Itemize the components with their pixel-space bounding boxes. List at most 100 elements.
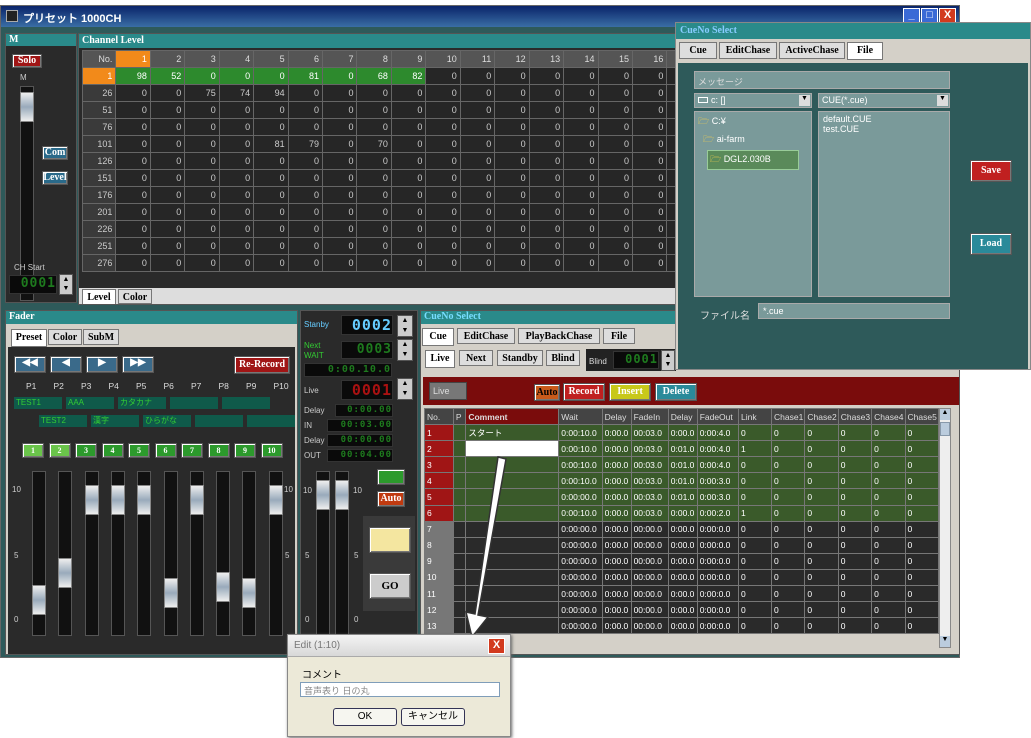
tab-level[interactable]: Level [82, 289, 116, 304]
last-button[interactable]: ▶▶ [122, 356, 154, 373]
folder-item-aifarm[interactable]: 🗁 ai-farm [703, 132, 803, 148]
cue-cell[interactable]: 0:00:4.0 [696, 440, 740, 458]
channel-level-cell[interactable]: 0 [218, 203, 255, 221]
blind-spinner[interactable]: ▲ ▼ [661, 350, 675, 371]
cue-number[interactable]: 13 [424, 617, 454, 635]
preset-name[interactable] [195, 415, 243, 427]
channel-level-cell[interactable]: 0 [631, 101, 668, 119]
channel-level-cell[interactable]: 0 [322, 169, 358, 187]
channel-level-cell[interactable]: 0 [149, 101, 186, 119]
channel-level-cell[interactable]: 0 [597, 254, 633, 272]
channel-level-cell[interactable]: 0 [563, 237, 599, 255]
delete-button[interactable]: Delete [655, 383, 697, 401]
channel-level-cell[interactable]: 0 [563, 118, 599, 136]
channel-level-cell[interactable]: 0 [390, 101, 427, 119]
channel-level-cell[interactable]: 0 [631, 254, 668, 272]
channel-level-cell[interactable]: 0 [597, 220, 633, 238]
cue-cell[interactable]: 0 [837, 568, 873, 587]
cue-cell[interactable]: 0 [904, 617, 940, 635]
cue-cell[interactable]: 0:00:2.0 [696, 504, 740, 522]
cue-cell[interactable]: 0:01.0 [667, 488, 698, 506]
cue-number[interactable]: 9 [424, 552, 454, 570]
channel-level-cell[interactable]: 0 [425, 67, 461, 85]
channel-level-cell[interactable]: 0 [218, 67, 255, 85]
cue-cell[interactable]: 0:00.0 [601, 536, 632, 554]
cue-column-header[interactable]: Chase1 [771, 407, 806, 426]
cue-cell[interactable]: 0 [771, 617, 806, 635]
channel-level-cell[interactable]: 0 [563, 67, 599, 85]
cue-cell[interactable]: 0 [804, 424, 839, 442]
channel-level-cell[interactable]: 0 [459, 84, 496, 102]
chevron-down-icon[interactable]: ▼ [937, 95, 948, 106]
cue-cell[interactable]: 0:00:0.0 [696, 585, 740, 603]
cue-cell[interactable]: 00:03.0 [630, 504, 669, 522]
channel-level-cell[interactable]: 0 [322, 118, 358, 136]
cue-cell[interactable]: 00:00.0 [630, 585, 669, 603]
preset-fader[interactable] [110, 471, 125, 636]
channel-level-cell[interactable]: 0 [287, 237, 324, 255]
cue-cell[interactable]: 0 [771, 472, 806, 490]
channel-level-cell[interactable]: 0 [253, 169, 289, 187]
preset-name[interactable] [170, 397, 218, 409]
preset-name[interactable]: ひらがな [143, 415, 191, 427]
file-item[interactable]: default.CUE [823, 114, 945, 124]
cue-cell[interactable]: 0 [837, 456, 873, 474]
channel-level-cell[interactable]: 0 [287, 220, 324, 238]
cue-cell[interactable]: 0 [837, 520, 873, 538]
channel-level-cell[interactable]: 81 [253, 135, 289, 153]
channel-level-cell[interactable]: 0 [184, 220, 220, 238]
preset-name[interactable] [247, 415, 295, 427]
cue-cell[interactable]: 0 [904, 456, 940, 474]
channel-level-cell[interactable]: 0 [563, 152, 599, 170]
scroll-up-icon[interactable]: ▲ [940, 409, 950, 420]
cue-cell[interactable] [452, 424, 467, 442]
channel-header[interactable]: 14 [563, 50, 599, 68]
live-spinner[interactable]: ▲ ▼ [397, 378, 413, 400]
cue-cell[interactable]: 0 [804, 568, 839, 587]
cue-cell[interactable]: 0 [871, 617, 906, 635]
channel-level-cell[interactable]: 0 [287, 101, 324, 119]
preset-fader-knob[interactable] [58, 558, 73, 589]
cue-number[interactable]: 3 [424, 456, 454, 474]
channel-level-cell[interactable]: 0 [631, 220, 668, 238]
channel-level-cell[interactable]: 0 [425, 203, 461, 221]
channel-level-cell[interactable]: 0 [528, 84, 565, 102]
channel-level-cell[interactable]: 0 [356, 152, 392, 170]
channel-level-cell[interactable]: 82 [390, 67, 427, 85]
channel-level-cell[interactable]: 0 [184, 186, 220, 204]
cue-cell[interactable]: 1 [737, 504, 773, 522]
channel-level-cell[interactable]: 0 [218, 220, 255, 238]
cue-cell[interactable]: 0 [804, 504, 839, 522]
fader-select-button[interactable]: 8 [207, 443, 230, 458]
cue-number[interactable]: 7 [424, 520, 454, 538]
cue-cell[interactable]: 0 [871, 536, 906, 554]
channel-level-cell[interactable]: 0 [253, 237, 289, 255]
channel-level-cell[interactable]: 0 [597, 118, 633, 136]
cue-cell[interactable]: 0:00:00.0 [558, 552, 603, 570]
channel-level-cell[interactable]: 0 [322, 203, 358, 221]
cue-cell[interactable]: 0 [737, 552, 773, 570]
channel-level-cell[interactable]: 0 [322, 67, 358, 85]
channel-level-cell[interactable]: 0 [494, 203, 530, 221]
preset-name[interactable] [222, 397, 270, 409]
cue-column-header[interactable]: P [452, 407, 467, 426]
cue-cell[interactable]: 0:00.0 [601, 424, 632, 442]
channel-header[interactable]: 2 [149, 50, 186, 68]
channel-level-cell[interactable]: 0 [425, 220, 461, 238]
cue-cell[interactable]: 00:00.0 [630, 568, 669, 587]
tab-subm[interactable]: SubM [83, 329, 119, 345]
cue-cell[interactable]: 0 [904, 440, 940, 458]
channel-level-cell[interactable]: 0 [597, 186, 633, 204]
channel-header[interactable]: 5 [253, 50, 289, 68]
cue-cell[interactable]: 0:00:0.0 [696, 601, 740, 619]
channel-level-cell[interactable]: 0 [184, 135, 220, 153]
channel-level-cell[interactable]: 0 [184, 237, 220, 255]
channel-level-cell[interactable]: 0 [390, 84, 427, 102]
channel-header[interactable]: 3 [184, 50, 220, 68]
channel-level-cell[interactable]: 0 [115, 169, 151, 187]
cue-number[interactable]: 11 [424, 585, 454, 603]
channel-level-cell[interactable]: 0 [528, 237, 565, 255]
channel-header[interactable]: 6 [287, 50, 324, 68]
channel-header[interactable]: 10 [425, 50, 461, 68]
channel-level-cell[interactable]: 0 [390, 220, 427, 238]
